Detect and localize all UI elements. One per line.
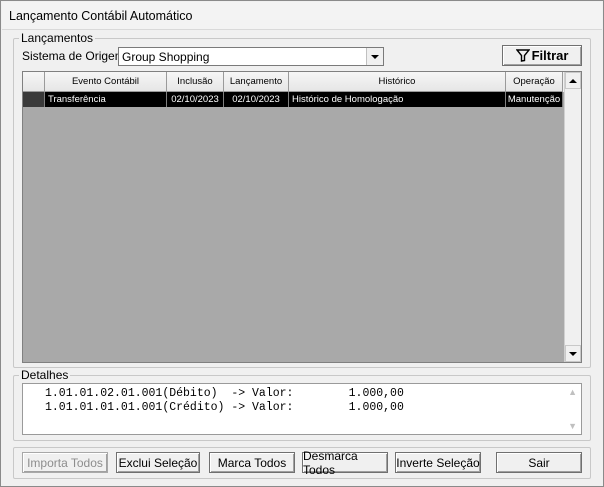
- window-title: Lançamento Contábil Automático: [9, 9, 193, 23]
- title-bar: Lançamento Contábil Automático: [2, 2, 602, 30]
- desmarca-todos-button[interactable]: Desmarca Todos: [302, 449, 388, 477]
- column-header-historico[interactable]: Histórico: [289, 72, 506, 92]
- scroll-up-button[interactable]: [565, 72, 581, 89]
- column-header-inclusao[interactable]: Inclusão: [167, 72, 224, 92]
- grid-header-indicator: [23, 72, 45, 92]
- exclui-selecao-button[interactable]: Exclui Seleção: [116, 452, 200, 473]
- grid-vertical-scrollbar[interactable]: [564, 72, 581, 362]
- sair-button[interactable]: Sair: [496, 452, 582, 473]
- table-cell[interactable]: Manutenção: [506, 92, 563, 107]
- chevron-up-icon: [569, 78, 577, 83]
- chevron-down-icon: [569, 351, 577, 356]
- marca-todos-button[interactable]: Marca Todos: [209, 452, 295, 473]
- lancamentos-grid[interactable]: Evento Contábil Inclusão Lançamento Hist…: [22, 71, 582, 363]
- origin-select[interactable]: Group Shopping: [118, 47, 384, 66]
- chevron-up-icon[interactable]: ▲: [568, 387, 577, 397]
- table-cell[interactable]: Histórico de Homologação: [289, 92, 506, 107]
- sair-label: Sair: [528, 455, 550, 470]
- table-cell[interactable]: 02/10/2023: [224, 92, 289, 107]
- origin-label: Sistema de Origem:: [22, 49, 129, 63]
- marca-todos-label: Marca Todos: [217, 455, 287, 470]
- importa-todos-button[interactable]: Importa Todos: [22, 452, 108, 473]
- importa-todos-label: Importa Todos: [27, 455, 103, 470]
- column-header-operacao[interactable]: Operação: [506, 72, 563, 92]
- chevron-down-icon[interactable]: [366, 48, 383, 65]
- grid-header: Evento Contábil Inclusão Lançamento Hist…: [23, 72, 565, 92]
- origin-select-value: Group Shopping: [122, 50, 210, 64]
- filter-icon: [515, 49, 530, 62]
- detail-line: 1.01.01.01.01.001(Crédito) -> Valor: 1.0…: [45, 401, 404, 414]
- details-textarea[interactable]: 1.01.01.02.01.001(Débito) -> Valor: 1.00…: [22, 383, 582, 435]
- table-row[interactable]: Transferência 02/10/2023 02/10/2023 Hist…: [23, 92, 565, 107]
- lancamentos-legend: Lançamentos: [19, 31, 96, 45]
- filter-button-label: Filtrar: [531, 48, 569, 63]
- inverte-selecao-button[interactable]: Inverte Seleção: [395, 452, 481, 473]
- table-cell[interactable]: 02/10/2023: [167, 92, 224, 107]
- filter-button[interactable]: Filtrar: [502, 45, 582, 66]
- row-indicator[interactable]: [23, 92, 45, 107]
- detalhes-legend: Detalhes: [19, 368, 71, 382]
- table-cell[interactable]: Transferência: [45, 92, 167, 107]
- exclui-selecao-label: Exclui Seleção: [118, 455, 198, 470]
- inverte-selecao-label: Inverte Seleção: [396, 455, 480, 470]
- column-header-lancamento[interactable]: Lançamento: [224, 72, 289, 92]
- column-header-evento[interactable]: Evento Contábil: [45, 72, 167, 92]
- desmarca-todos-label: Desmarca Todos: [303, 448, 358, 477]
- detail-line: 1.01.01.02.01.001(Débito) -> Valor: 1.00…: [45, 387, 404, 400]
- chevron-down-icon[interactable]: ▼: [568, 421, 577, 431]
- main-window: Lançamento Contábil Automático Lançament…: [0, 0, 604, 487]
- scroll-down-button[interactable]: [565, 345, 581, 362]
